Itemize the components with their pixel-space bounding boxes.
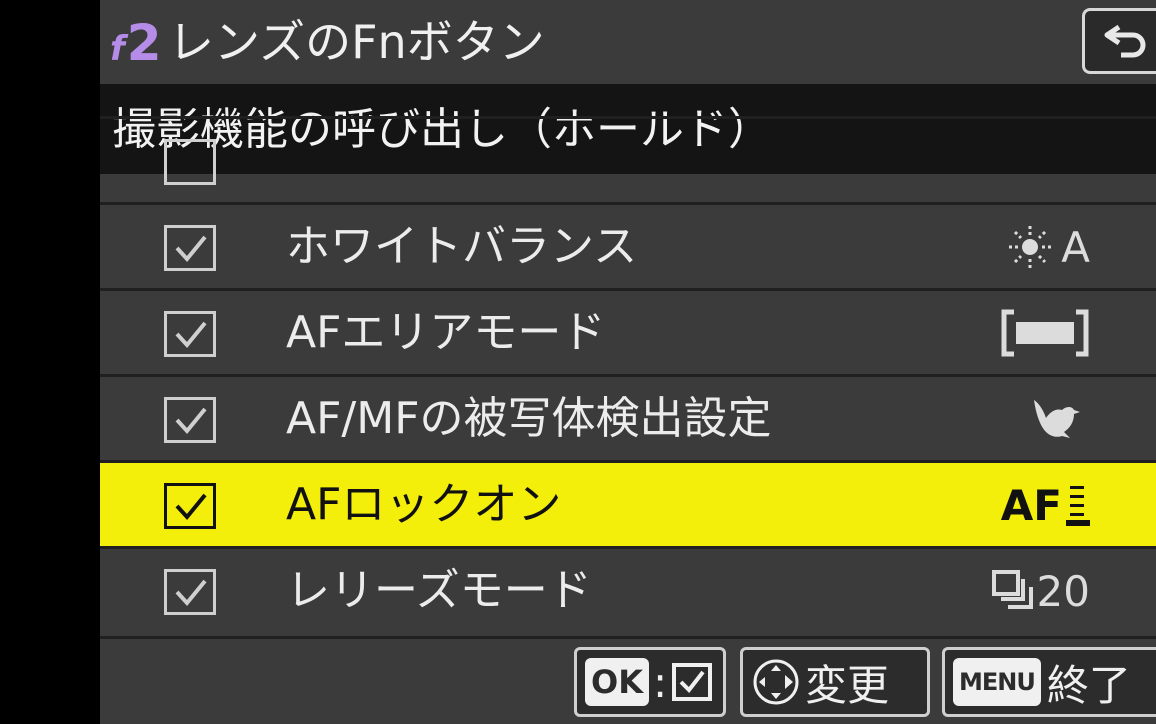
menu-code-letter: f xyxy=(110,29,125,69)
return-arrow-icon xyxy=(1104,24,1146,58)
menu-screen: f 2 レンズのFnボタン 撮影機能の呼び出し（ホールド） ホワイトバランス A… xyxy=(100,0,1156,724)
release-mode-value: 20 xyxy=(991,561,1090,621)
bird-icon xyxy=(1034,400,1080,438)
list-item-subject-detection[interactable]: AF/MFの被写体検出設定 xyxy=(100,374,1156,460)
ok-key-icon: OK xyxy=(585,658,649,706)
checkbox[interactable] xyxy=(164,397,216,443)
checkbox[interactable] xyxy=(164,569,216,615)
menu-key-icon: MENU xyxy=(953,658,1041,706)
list-item-af-area-mode[interactable]: AFエリアモード xyxy=(100,288,1156,374)
check-icon xyxy=(175,407,207,435)
af-area-value xyxy=(1000,303,1090,363)
af-lockon-icon xyxy=(1066,486,1090,526)
change-button[interactable]: 変更 xyxy=(740,647,930,717)
page-title: レンズのFnボタン xyxy=(168,15,545,69)
release-mode-speed: 20 xyxy=(1036,566,1090,616)
list-item-white-balance[interactable]: ホワイトバランス A xyxy=(100,202,1156,288)
footer: OK : 変更 MENU 終了 xyxy=(100,636,1156,724)
white-balance-value: A xyxy=(1007,217,1090,277)
menu-code: f 2 xyxy=(110,14,162,74)
af-lock-on-value: AF xyxy=(1001,475,1090,535)
wide-area-bracket-icon xyxy=(1001,309,1089,357)
list-item-label: AFロックオン xyxy=(286,479,562,530)
exit-label: 終了 xyxy=(1046,660,1131,710)
checkbox-icon xyxy=(672,663,713,701)
menu-exit-button[interactable]: MENU 終了 xyxy=(942,647,1156,717)
subject-detection-value xyxy=(1026,389,1090,449)
menu-code-number: 2 xyxy=(126,14,162,72)
list-item-label: AF/MFの被写体検出設定 xyxy=(286,393,772,444)
change-label: 変更 xyxy=(805,660,890,710)
multi-selector-icon xyxy=(753,659,799,705)
list-item-label: レリーズモード xyxy=(286,565,592,616)
list-item-partial xyxy=(100,116,1156,202)
release-mode-icon xyxy=(991,570,1033,609)
check-icon xyxy=(175,235,207,263)
checkbox-partial xyxy=(164,139,216,185)
header: f 2 レンズのFnボタン xyxy=(100,0,1156,84)
af-lock-on-text: AF xyxy=(1000,480,1062,530)
checkbox[interactable] xyxy=(164,311,216,357)
checkbox[interactable] xyxy=(164,225,216,271)
ok-toggle-button[interactable]: OK : xyxy=(574,647,726,717)
list-item-label: AFエリアモード xyxy=(286,307,606,358)
check-icon xyxy=(175,493,207,521)
check-icon xyxy=(175,321,207,349)
list-item-release-mode[interactable]: レリーズモード 20 xyxy=(100,546,1156,632)
white-balance-mode: A xyxy=(1061,222,1090,272)
list-item-af-lock-on[interactable]: AFロックオン AF xyxy=(100,460,1156,546)
checkbox[interactable] xyxy=(164,483,216,529)
back-button[interactable] xyxy=(1082,8,1156,74)
list-item-label: ホワイトバランス xyxy=(286,221,638,272)
left-black-strip xyxy=(0,0,100,724)
sun-icon xyxy=(1009,226,1052,268)
check-icon xyxy=(175,579,207,607)
ok-colon: : xyxy=(653,657,668,707)
